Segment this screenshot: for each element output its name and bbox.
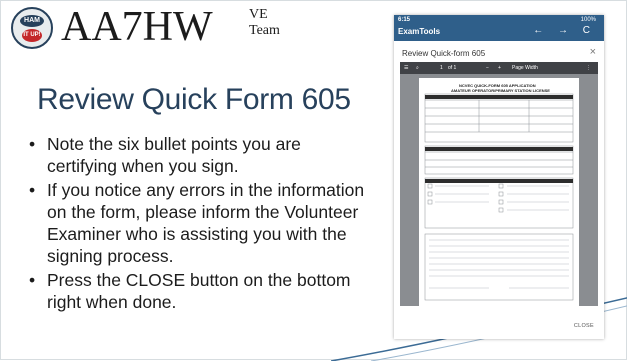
app-name: ExamTools: [398, 27, 441, 36]
brand-superscript: VE: [249, 7, 268, 22]
app-header: 6:15 ExamTools 100% ← → C: [394, 15, 604, 41]
brand-subscript: Team: [249, 23, 280, 38]
zoom-in-icon[interactable]: +: [498, 65, 501, 71]
phone-screenshot: 6:15 ExamTools 100% ← → C Review Quick-f…: [394, 15, 604, 339]
zoom-out-icon[interactable]: −: [486, 65, 489, 71]
zoom-select[interactable]: Page Width: [512, 65, 538, 71]
bullet-list: • Note the six bullet points you are cert…: [25, 133, 365, 315]
browser-nav-icons[interactable]: ← → C: [533, 25, 596, 36]
page-number[interactable]: 1: [440, 65, 443, 71]
logo-text-top: HAM: [20, 15, 44, 27]
bullet-item: • Note the six bullet points you are cert…: [25, 133, 365, 177]
search-icon[interactable]: ⌕: [416, 65, 419, 71]
bullet-dot-icon: •: [29, 180, 36, 200]
slide-title: Review Quick Form 605: [37, 83, 351, 116]
slide: HAM IT UP! AA7HW VE Team Review Quick Fo…: [0, 0, 627, 361]
bullet-item: • If you notice any errors in the informa…: [25, 179, 365, 267]
status-time: 6:15: [398, 17, 411, 23]
close-icon[interactable]: ×: [590, 46, 596, 58]
more-icon[interactable]: ⋮: [586, 65, 591, 71]
page-count: of 1: [448, 65, 457, 71]
bullet-dot-icon: •: [29, 134, 36, 154]
bullet-text: If you notice any errors in the informat…: [47, 180, 365, 266]
bullet-text: Press the CLOSE button on the bottom rig…: [47, 270, 351, 312]
dialog-title: Review Quick-form 605: [402, 49, 486, 58]
close-button[interactable]: CLOSE: [574, 323, 594, 329]
pdf-viewer[interactable]: NCVEC QUICK-FORM 605 APPLICATION AMATEUR…: [400, 74, 598, 306]
bullet-item: • Press the CLOSE button on the bottom ri…: [25, 269, 365, 313]
menu-icon[interactable]: ☰: [404, 65, 408, 71]
bullet-text: Note the six bullet points you are certi…: [47, 134, 301, 176]
ham-it-up-logo: HAM IT UP!: [11, 7, 53, 49]
bullet-dot-icon: •: [29, 270, 36, 290]
pdf-toolbar: ☰ ⌕ 1 of 1 − + Page Width ⋮: [400, 62, 598, 74]
form-fields: [424, 93, 574, 301]
battery-level: 100%: [580, 17, 596, 23]
logo-text-bottom: IT UP!: [22, 29, 42, 42]
brand-name: AA7HW: [61, 4, 213, 50]
form-605-page: NCVEC QUICK-FORM 605 APPLICATION AMATEUR…: [419, 78, 579, 306]
